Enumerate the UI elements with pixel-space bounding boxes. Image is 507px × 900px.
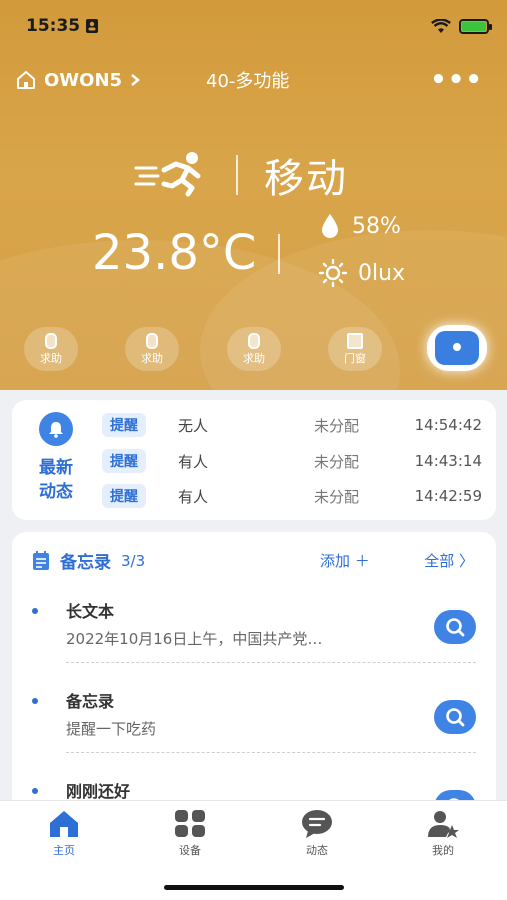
device-button-door-window[interactable]: 门窗	[328, 327, 382, 371]
temperature-value: 23.8°C	[92, 225, 257, 281]
motion-sensor-icon	[435, 331, 479, 365]
status-bar: 15:35	[26, 12, 492, 40]
latest-events-title-1: 最新	[39, 458, 73, 478]
latest-events-title-2: 动态	[39, 482, 73, 502]
tab-label: 主页	[53, 844, 75, 857]
tab-home[interactable]: 主页	[24, 809, 104, 858]
chevron-right-icon	[131, 74, 141, 86]
tab-label: 我的	[432, 844, 454, 857]
humidity-value: 58%	[352, 213, 401, 239]
search-icon[interactable]	[434, 700, 476, 734]
battery-icon	[459, 18, 492, 34]
house-icon	[17, 71, 35, 89]
sensor-header: 15:35 OWON5 40-多功能 ••• 移动 23.8°C 58% 0lu…	[0, 0, 507, 390]
motion-status: 移动	[134, 146, 348, 204]
device-label: 求助	[243, 351, 265, 365]
status-time: 15:35	[26, 16, 81, 36]
memo-title: 备忘录	[60, 553, 111, 573]
home-icon	[50, 811, 78, 837]
event-row[interactable]: 提醒 有人 未分配 14:43:14	[102, 448, 482, 474]
memo-item-subtitle: 提醒一下吃药	[66, 720, 157, 738]
home-switcher[interactable]: OWON5	[16, 69, 141, 91]
memo-item-title: 备忘录	[66, 692, 115, 711]
event-time: 14:42:59	[414, 487, 482, 505]
tab-devices[interactable]: 设备	[150, 809, 230, 858]
event-status: 有人	[178, 487, 209, 506]
sensor-icon	[248, 332, 260, 349]
event-status: 无人	[178, 416, 209, 435]
event-tag: 提醒	[102, 449, 146, 473]
event-status: 有人	[178, 452, 209, 471]
tab-activity[interactable]: 动态	[277, 809, 357, 858]
device-label: 求助	[40, 351, 62, 365]
memo-card: 备忘录 3/3 添加 ＋ 全部 〉 长文本 2022年10月16日上午，中国共产…	[12, 532, 496, 832]
event-row[interactable]: 提醒 有人 未分配 14:42:59	[102, 483, 482, 509]
device-button-current[interactable]	[427, 325, 487, 371]
illuminance-value: 0lux	[358, 260, 406, 286]
event-tag: 提醒	[102, 484, 146, 508]
event-group: 未分配	[314, 452, 360, 471]
device-label: 门窗	[344, 351, 366, 365]
chat-icon	[302, 810, 332, 838]
door-icon	[347, 332, 363, 349]
device-title: 40-多功能	[206, 71, 290, 92]
device-shortcuts: 求助 求助 求助 门窗	[0, 325, 507, 375]
illuminance-reading: 0lux	[318, 258, 405, 288]
contact-card-icon	[86, 19, 99, 33]
device-label: 求助	[141, 351, 163, 365]
device-button-sos-2[interactable]: 求助	[125, 327, 179, 371]
sensor-icon	[45, 332, 57, 349]
top-nav: OWON5 40-多功能 •••	[16, 64, 483, 96]
memo-item-subtitle: 2022年10月16日上午，中国共产党…	[66, 630, 323, 648]
bell-icon	[39, 412, 73, 446]
event-time: 14:54:42	[414, 416, 482, 434]
event-tag: 提醒	[102, 413, 146, 437]
search-icon[interactable]	[434, 610, 476, 644]
memo-count: 3/3	[121, 551, 146, 570]
home-name: OWON5	[44, 69, 123, 91]
more-button[interactable]: •••	[430, 67, 483, 93]
home-indicator	[164, 885, 344, 890]
tab-profile[interactable]: 我的	[403, 809, 483, 858]
sensor-icon	[146, 332, 158, 349]
user-star-icon	[428, 811, 459, 838]
motion-label: 移动	[264, 156, 348, 202]
tab-label: 设备	[179, 844, 201, 857]
tab-bar: 主页 设备 动态 我的	[0, 800, 507, 900]
memo-item-title: 长文本	[66, 602, 115, 621]
event-group: 未分配	[314, 416, 360, 435]
memo-header: 备忘录 3/3 添加 ＋ 全部 〉	[32, 548, 474, 573]
wifi-icon	[431, 18, 451, 33]
notepad-icon	[33, 550, 49, 570]
memo-item-title: 刚刚还好	[66, 782, 131, 801]
device-button-sos-1[interactable]: 求助	[24, 327, 78, 371]
event-row[interactable]: 提醒 无人 未分配 14:54:42	[102, 412, 482, 438]
memo-add-button[interactable]: 添加 ＋	[320, 550, 370, 571]
sun-icon	[318, 258, 348, 288]
event-time: 14:43:14	[414, 452, 482, 470]
running-person-icon	[134, 152, 201, 197]
device-button-sos-3[interactable]: 求助	[227, 327, 281, 371]
tab-label: 动态	[306, 844, 328, 857]
water-drop-icon	[322, 214, 338, 238]
memo-all-button[interactable]: 全部 〉	[424, 550, 474, 571]
grid-icon	[175, 810, 205, 837]
event-group: 未分配	[314, 487, 360, 506]
humidity-reading: 58%	[320, 213, 401, 239]
latest-events-card: 最新 动态 提醒 无人 未分配 14:54:42 提醒 有人 未分配 14:43…	[12, 400, 496, 520]
